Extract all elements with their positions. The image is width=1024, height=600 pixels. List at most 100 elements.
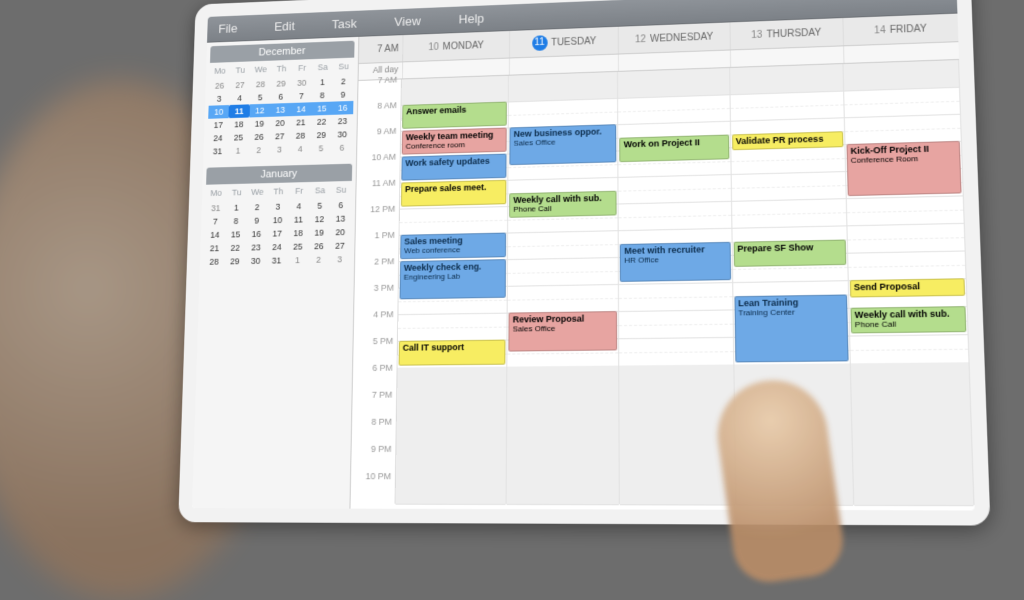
mini-calendar-day[interactable]: 24 xyxy=(266,240,287,254)
calendar-event[interactable]: Sales meetingWeb conference xyxy=(400,233,506,260)
calendar-event[interactable]: Prepare SF Show xyxy=(733,239,846,266)
calendar-event[interactable]: Kick-Off Project IIConference Room xyxy=(846,141,961,196)
mini-calendar-day[interactable]: 20 xyxy=(270,116,291,130)
mini-calendar-day[interactable]: 31 xyxy=(205,201,226,215)
mini-calendar-day[interactable]: 3 xyxy=(209,92,230,106)
day-header[interactable]: 11TUESDAY xyxy=(509,27,618,58)
mini-calendar-day[interactable]: 13 xyxy=(330,212,351,226)
mini-calendar-day[interactable]: 10 xyxy=(208,105,229,119)
mini-calendar-day[interactable]: 3 xyxy=(269,143,290,157)
mini-calendar-day[interactable]: 24 xyxy=(207,131,228,145)
calendar-event[interactable]: Prepare sales meet. xyxy=(401,180,507,207)
mini-calendar-day[interactable]: 27 xyxy=(269,129,290,143)
calendar-event[interactable]: Validate PR process xyxy=(732,131,844,151)
day-column[interactable]: Kick-Off Project IIConference Room Send P… xyxy=(843,60,974,505)
mini-calendar-day[interactable]: 7 xyxy=(205,215,226,229)
mini-calendar-day[interactable]: 12 xyxy=(249,104,270,118)
calendar-event[interactable]: Send Proposal xyxy=(850,278,966,297)
mini-calendar-day[interactable]: 27 xyxy=(329,239,350,253)
mini-calendar-day[interactable]: 5 xyxy=(310,141,331,155)
mini-calendar-day[interactable]: 14 xyxy=(204,228,225,242)
day-column[interactable]: New business oppor.Sales Office Weekly ca… xyxy=(507,72,620,504)
mini-calendar-day[interactable]: 16 xyxy=(246,227,267,241)
mini-calendar-day[interactable]: 23 xyxy=(245,241,266,255)
day-header[interactable]: 10MONDAY xyxy=(402,31,509,61)
calendar-event[interactable]: Work on Project II xyxy=(620,134,729,162)
mini-calendar-day[interactable]: 28 xyxy=(203,255,224,269)
mini-calendar-day[interactable]: 6 xyxy=(331,141,352,155)
week-grid[interactable]: 7 AM8 AM9 AM10 AM11 AM12 PM1 PM2 PM3 PM4… xyxy=(351,60,975,505)
mini-calendar-day[interactable]: 28 xyxy=(290,129,311,143)
mini-calendar-day[interactable]: 21 xyxy=(290,116,311,130)
mini-calendar-day[interactable]: 5 xyxy=(309,199,330,213)
mini-calendar-day[interactable]: 10 xyxy=(267,213,288,227)
mini-calendar-day[interactable]: 1 xyxy=(226,201,247,215)
mini-calendar-day[interactable]: 22 xyxy=(225,241,246,255)
mini-calendar-day[interactable]: 5 xyxy=(250,91,271,105)
mini-calendar-day[interactable]: 31 xyxy=(207,144,228,158)
menu-task[interactable]: Task xyxy=(332,16,357,31)
mini-calendar-day[interactable]: 1 xyxy=(312,75,333,89)
mini-calendar-day[interactable]: 17 xyxy=(267,227,288,241)
day-header[interactable]: 13THURSDAY xyxy=(729,18,843,49)
mini-calendar-day[interactable]: 30 xyxy=(332,127,353,141)
calendar-event[interactable]: Call IT support xyxy=(399,340,506,366)
mini-calendar-day[interactable]: 23 xyxy=(332,114,353,128)
mini-calendar-day[interactable]: 6 xyxy=(270,90,291,104)
mini-calendar-day[interactable]: 27 xyxy=(229,78,250,92)
calendar-event[interactable]: Meet with recruiterHR Office xyxy=(620,241,731,282)
mini-calendar-day[interactable]: 19 xyxy=(249,117,270,131)
day-column[interactable]: Answer emailsWeekly team meetingConferen… xyxy=(396,76,510,504)
mini-calendar-day[interactable]: 18 xyxy=(288,226,309,240)
mini-calendar-day[interactable]: 22 xyxy=(311,115,332,129)
mini-calendar-day[interactable]: 30 xyxy=(291,76,312,90)
mini-calendar-day[interactable]: 8 xyxy=(312,88,333,102)
calendar-event[interactable]: Lean TrainingTraining Center xyxy=(734,294,848,362)
day-header[interactable]: 12WEDNESDAY xyxy=(618,22,729,53)
mini-calendar-day[interactable]: 14 xyxy=(291,102,312,116)
calendar-event[interactable]: Review ProposalSales Office xyxy=(509,311,618,351)
mini-calendar-day[interactable]: 25 xyxy=(228,131,249,145)
mini-calendar-day[interactable]: 29 xyxy=(224,254,245,268)
mini-calendar-day[interactable]: 1 xyxy=(227,144,248,158)
mini-calendar-day[interactable]: 20 xyxy=(330,225,351,239)
mini-calendar-day[interactable]: 2 xyxy=(248,143,269,157)
day-header[interactable]: 14FRIDAY xyxy=(842,14,958,46)
mini-calendar-day[interactable]: 18 xyxy=(228,117,249,131)
mini-calendar-day[interactable]: 31 xyxy=(266,254,287,268)
mini-calendar-day[interactable]: 16 xyxy=(332,101,353,115)
mini-calendar-day[interactable]: 4 xyxy=(288,199,309,213)
mini-calendar-day[interactable]: 28 xyxy=(250,77,271,91)
menu-edit[interactable]: Edit xyxy=(274,19,295,34)
mini-calendar-day[interactable]: 6 xyxy=(330,198,351,212)
mini-calendar-day[interactable]: 19 xyxy=(309,226,330,240)
mini-calendar-day[interactable]: 26 xyxy=(308,239,329,253)
mini-calendar[interactable]: DecemberMoTuWeThFrSaSu262728293012345678… xyxy=(207,41,355,159)
calendar-event[interactable]: Weekly call with sub.Phone Call xyxy=(509,190,617,217)
mini-calendar-day[interactable]: 29 xyxy=(271,77,292,91)
calendar-event[interactable]: Answer emails xyxy=(402,102,507,129)
mini-calendar-day[interactable]: 26 xyxy=(248,130,269,144)
mini-calendar-day[interactable]: 26 xyxy=(209,79,230,93)
menu-help[interactable]: Help xyxy=(459,11,485,26)
calendar-event[interactable]: Weekly call with sub.Phone Call xyxy=(850,306,966,333)
mini-calendar-day[interactable]: 13 xyxy=(270,103,291,117)
mini-calendar-day[interactable]: 12 xyxy=(309,212,330,226)
mini-calendar[interactable]: JanuaryMoTuWeThFrSaSu3112345678910111213… xyxy=(203,164,352,269)
mini-calendar-day[interactable]: 3 xyxy=(329,252,350,266)
mini-calendar-day[interactable]: 8 xyxy=(225,214,246,228)
mini-calendar-day[interactable]: 29 xyxy=(311,128,332,142)
menu-view[interactable]: View xyxy=(394,14,421,29)
mini-calendar-day[interactable]: 11 xyxy=(288,213,309,227)
mini-calendar-day[interactable]: 3 xyxy=(267,200,288,214)
mini-calendar-day[interactable]: 4 xyxy=(290,142,311,156)
mini-calendar-day[interactable]: 7 xyxy=(291,89,312,103)
mini-calendar-day[interactable]: 17 xyxy=(208,118,229,132)
calendar-event[interactable]: Weekly check eng.Engineering Lab xyxy=(400,259,507,299)
mini-calendar-day[interactable]: 9 xyxy=(333,88,354,102)
calendar-event[interactable]: New business oppor.Sales Office xyxy=(510,124,617,164)
mini-calendar-day[interactable]: 2 xyxy=(308,253,329,267)
mini-calendar-day[interactable]: 21 xyxy=(204,241,225,255)
mini-calendar-day[interactable]: 30 xyxy=(245,254,266,268)
mini-calendar-day[interactable]: 15 xyxy=(225,228,246,242)
